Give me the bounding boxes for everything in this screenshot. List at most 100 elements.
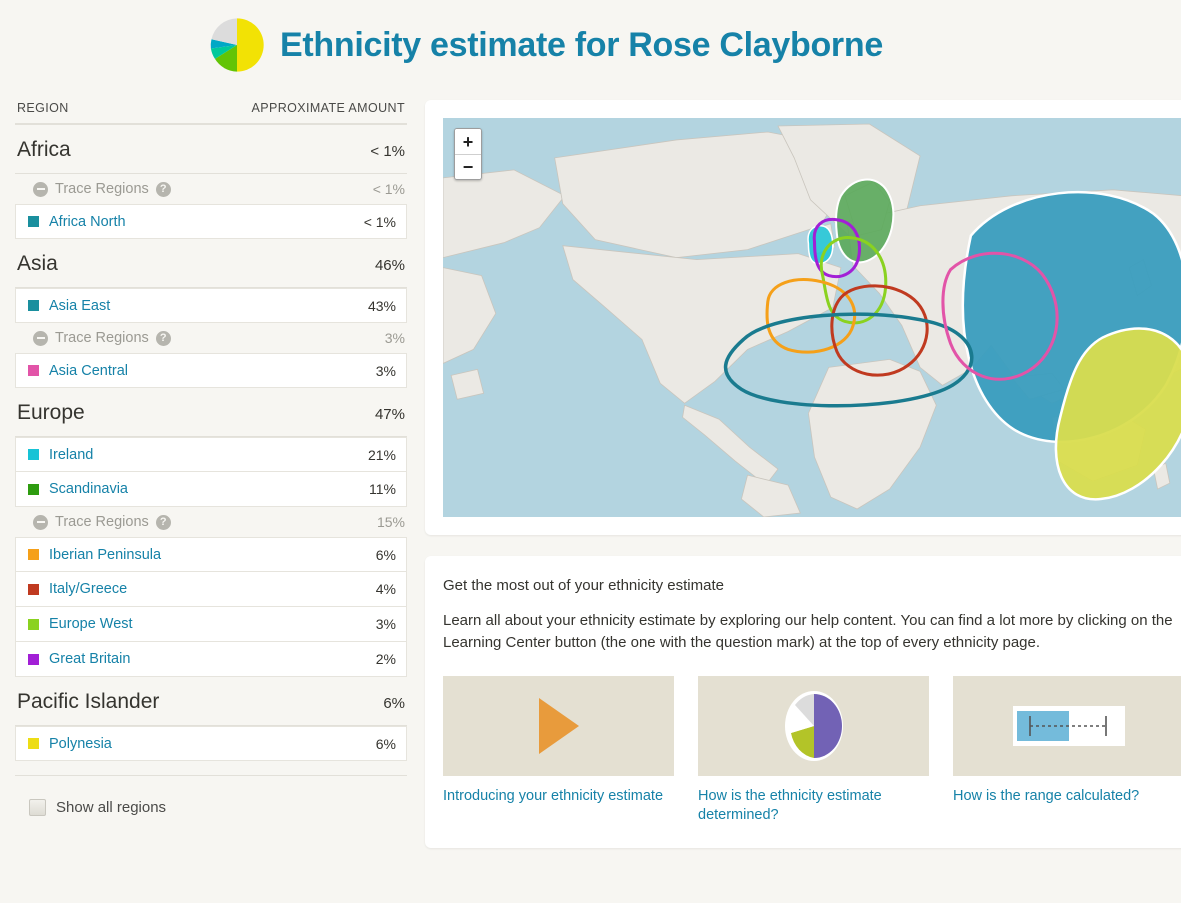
help-title: Get the most out of your ethnicity estim… [443, 577, 724, 594]
page-header: Ethnicity estimate for Rose Clayborne [0, 0, 1181, 90]
region-value: 21% [367, 446, 396, 463]
group-name: Pacific Islander [17, 690, 160, 713]
help-thumbnail-list: Introducing your ethnicity estimate How … [443, 675, 1181, 826]
table-row[interactable]: Great Britain 2% [15, 642, 407, 677]
region-value: 4% [375, 581, 396, 597]
show-all-regions-checkbox[interactable] [29, 799, 46, 816]
table-row[interactable]: Scandinavia 11% [15, 472, 407, 507]
region-name[interactable]: Iberian Peninsula [49, 547, 161, 563]
help-thumbnail[interactable] [953, 675, 1181, 776]
group-value: 46% [374, 257, 405, 274]
group-header: Africa < 1% [15, 125, 407, 174]
trace-regions-value: < 1% [372, 181, 405, 197]
region-name[interactable]: Europe West [49, 616, 133, 632]
region-value: 2% [375, 651, 396, 667]
region-color-swatch [28, 216, 39, 227]
help-card-caption[interactable]: How is the range calculated? [953, 787, 1181, 807]
map-zoom-out-button[interactable]: − [455, 154, 481, 179]
group-header: Europe 47% [15, 388, 407, 437]
show-all-regions-label: Show all regions [56, 799, 167, 816]
table-row[interactable]: Africa North < 1% [15, 204, 407, 239]
map-zoom-in-button[interactable]: + [455, 129, 481, 154]
trace-regions-toggle[interactable]: Trace Regions ? 3% [15, 323, 407, 353]
help-card-item[interactable]: How is the ethnicity estimate determined… [698, 675, 929, 826]
region-name[interactable]: Asia East [49, 298, 110, 314]
ethnicity-pie-logo-icon [210, 18, 264, 72]
help-thumbnail[interactable] [698, 675, 929, 776]
region-color-swatch [28, 653, 39, 665]
help-thumbnail[interactable] [443, 675, 674, 776]
trace-regions-value: 3% [384, 330, 405, 346]
help-question-icon[interactable]: ? [155, 514, 171, 530]
region-color-swatch [28, 365, 39, 376]
help-question-icon[interactable]: ? [155, 181, 171, 197]
trace-regions-label: Trace Regions [55, 514, 149, 530]
table-row[interactable]: Polynesia 6% [15, 726, 407, 761]
region-name[interactable]: Great Britain [49, 651, 130, 667]
table-row[interactable]: Europe West 3% [15, 607, 407, 642]
column-header-amount: APPROXIMATE AMOUNT [251, 101, 405, 115]
right-column: + − Get the most out of your ethnicity e… [407, 90, 1181, 848]
region-value: 43% [367, 297, 396, 314]
region-group-africa: Africa < 1% Trace Regions ? < 1% Africa … [15, 125, 407, 239]
region-value: 6% [375, 546, 396, 563]
region-color-swatch [28, 300, 39, 311]
region-value: 3% [375, 616, 396, 632]
group-name: Africa [17, 138, 71, 161]
group-header: Pacific Islander 6% [15, 677, 407, 726]
map-card: + − [425, 100, 1181, 535]
table-row[interactable]: Ireland 21% [15, 437, 407, 472]
ethnicity-region-table: REGION APPROXIMATE AMOUNT Africa < 1% Tr… [15, 90, 407, 816]
region-name[interactable]: Africa North [49, 214, 126, 230]
group-name: Asia [17, 252, 58, 275]
region-color-swatch [28, 549, 39, 560]
table-row[interactable]: Asia Central 3% [15, 353, 407, 388]
trace-regions-label: Trace Regions [55, 330, 149, 346]
map-zoom-controls[interactable]: + − [454, 128, 482, 180]
region-value: < 1% [363, 213, 396, 230]
region-group-pacific-islander: Pacific Islander 6% Polynesia 6% [15, 677, 407, 761]
region-color-swatch [28, 738, 39, 749]
region-name[interactable]: Ireland [49, 447, 93, 463]
group-name: Europe [17, 401, 85, 424]
trace-regions-value: 15% [376, 514, 405, 530]
region-name[interactable]: Asia Central [49, 363, 128, 379]
play-icon [538, 697, 579, 754]
region-name[interactable]: Polynesia [49, 736, 112, 752]
help-body: Learn all about your ethnicity estimate … [443, 612, 1173, 651]
region-name[interactable]: Italy/Greece [49, 581, 127, 597]
trace-regions-label: Trace Regions [55, 181, 149, 197]
trace-regions-toggle[interactable]: Trace Regions ? < 1% [15, 174, 407, 204]
group-value: 47% [374, 406, 405, 423]
table-row[interactable]: Asia East 43% [15, 288, 407, 323]
region-value: 3% [375, 362, 396, 379]
minus-circle-icon[interactable] [33, 514, 48, 530]
region-color-swatch [28, 449, 39, 460]
map-graphic [443, 118, 1181, 517]
help-card-item[interactable]: Introducing your ethnicity estimate [443, 675, 674, 826]
group-header: Asia 46% [15, 239, 407, 288]
table-row[interactable]: Iberian Peninsula 6% [15, 537, 407, 572]
table-header: REGION APPROXIMATE AMOUNT [15, 101, 407, 125]
region-color-swatch [28, 583, 39, 595]
region-name[interactable]: Scandinavia [49, 481, 128, 497]
pie-chart-icon [784, 690, 843, 761]
minus-circle-icon[interactable] [33, 330, 48, 346]
divider [15, 775, 407, 776]
region-value: 11% [369, 481, 396, 497]
help-card-caption[interactable]: Introducing your ethnicity estimate [443, 787, 674, 807]
help-question-icon[interactable]: ? [155, 330, 171, 346]
region-color-swatch [28, 483, 39, 495]
table-row[interactable]: Italy/Greece 4% [15, 572, 407, 607]
help-card-item[interactable]: How is the range calculated? [953, 675, 1181, 826]
region-group-asia: Asia 46% Asia East 43% Trace Regions ? 3… [15, 239, 407, 388]
show-all-regions-toggle[interactable]: Show all regions [15, 798, 407, 816]
minus-circle-icon[interactable] [33, 181, 48, 197]
region-group-europe: Europe 47% Ireland 21% Scandinavia 11% T… [15, 388, 407, 677]
world-map[interactable]: + − [443, 118, 1181, 517]
page-title: Ethnicity estimate for Rose Clayborne [280, 25, 883, 64]
group-value: < 1% [370, 143, 405, 160]
trace-regions-toggle[interactable]: Trace Regions ? 15% [15, 507, 407, 537]
column-header-region: REGION [17, 101, 69, 115]
help-card-caption[interactable]: How is the ethnicity estimate determined… [698, 787, 929, 826]
